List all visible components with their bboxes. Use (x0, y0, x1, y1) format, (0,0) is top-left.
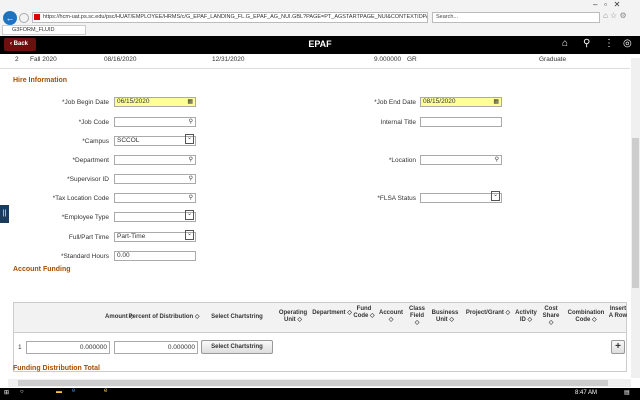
browser-back-icon[interactable]: ← (3, 11, 17, 25)
vertical-scrollbar[interactable] (631, 58, 640, 378)
select-chartstring-button[interactable]: Select Chartstring (201, 340, 273, 354)
compass-icon[interactable]: ◎ (623, 38, 632, 49)
end-date: 12/31/2020 (212, 56, 245, 63)
col-project-grant[interactable]: Project/Grant ◇ (464, 310, 512, 317)
col-combination-code[interactable]: Combination Code ◇ (564, 310, 608, 324)
full-part-label: Full/Part Time (68, 234, 109, 241)
row-number: 1 (18, 344, 22, 351)
cortana-icon[interactable]: ○ (20, 389, 24, 395)
address-bar[interactable]: https://hcm-uat.ps.sc.edu/psc/HUAT/EMPLO… (32, 12, 428, 23)
browser-toolbar-icons[interactable]: ⌂ ☆ ⚙ (603, 11, 627, 20)
internal-title-label: Internal Title (380, 119, 416, 126)
more-vertical-icon[interactable]: ⋮ (604, 38, 614, 49)
job-begin-label: *Job Begin Date (62, 99, 109, 106)
app-header: ‹ Back EPAF ⌂ ⚲ ⋮ ◎ (0, 36, 640, 54)
department-label: *Department (72, 157, 110, 164)
std-hours-label: *Standard Hours (60, 253, 109, 260)
account-funding-heading: Account Funding (13, 266, 71, 273)
job-begin-date-field[interactable]: 06/15/2020 ▦ (114, 97, 196, 107)
col-cost-share[interactable]: Cost Share ◇ (540, 306, 562, 327)
job-end-date-field[interactable]: 08/15/2020 ▦ (420, 97, 502, 107)
percent-field[interactable]: 0.000000 (114, 341, 198, 354)
horizontal-scrollbar[interactable] (8, 379, 631, 387)
funding-grid: Amount ◇ Percent of Distribution ◇ Selec… (13, 302, 627, 372)
browser-forward-icon[interactable] (19, 13, 29, 23)
hire-information-heading: Hire Information (13, 77, 68, 84)
calendar-icon[interactable]: ▦ (187, 98, 193, 106)
supervisor-label: *Supervisor ID (67, 176, 109, 183)
campus-select[interactable]: SCCOL (114, 134, 196, 146)
col-fund-code[interactable]: Fund Code ◇ (353, 306, 375, 320)
lookup-icon[interactable]: ⚲ (189, 175, 193, 183)
internet-explorer-icon[interactable]: e (104, 388, 107, 394)
career-code: GR (407, 56, 417, 63)
taskbar: ⊞ ○ ▬ e e 8:47 AM ▤ (0, 388, 640, 400)
col-percent[interactable]: Percent of Distribution ◇ (118, 314, 210, 321)
tax-location-label: *Tax Location Code (52, 195, 109, 202)
units: 9.000000 (374, 56, 402, 63)
grid-header: Amount ◇ Percent of Distribution ◇ Selec… (14, 303, 628, 333)
side-panel-toggle[interactable]: || (0, 205, 9, 223)
browser-chrome: ← https://hcm-uat.ps.sc.edu/psc/HUAT/EMP… (0, 0, 640, 36)
lookup-icon[interactable]: ⚲ (495, 156, 499, 164)
lookup-icon[interactable]: ⚲ (189, 156, 193, 164)
department-field[interactable]: ⚲ (114, 155, 196, 165)
clock[interactable]: 8:47 AM (575, 390, 597, 396)
window-controls[interactable]: – ▫ ✕ (593, 0, 620, 9)
job-code-field[interactable]: ⚲ (114, 117, 196, 127)
standard-hours-field[interactable]: 0.00 (114, 251, 196, 261)
career: Graduate (539, 56, 567, 63)
location-label: *Location (388, 157, 416, 164)
add-row-button[interactable]: + (611, 340, 625, 354)
full-part-select[interactable]: Part-Time (114, 230, 196, 242)
employee-type-select[interactable] (114, 210, 196, 222)
col-department[interactable]: Department ◇ (312, 310, 352, 317)
lookup-icon[interactable]: ⚲ (189, 118, 193, 126)
flsa-status-select[interactable] (420, 191, 502, 203)
employee-type-label: *Employee Type (61, 214, 109, 221)
notifications-icon[interactable]: ▤ (624, 389, 630, 396)
calendar-icon[interactable]: ▦ (493, 98, 499, 106)
col-select-chartstring: Select Chartstring (211, 314, 263, 320)
col-operating-unit[interactable]: Operating Unit ◇ (276, 310, 310, 324)
file-explorer-icon[interactable]: ▬ (56, 389, 62, 395)
term: Fall 2020 (30, 56, 57, 63)
row-num: 2 (15, 56, 19, 63)
lookup-icon[interactable]: ⚲ (189, 194, 193, 202)
funding-total-heading: Funding Distribution Total (13, 365, 100, 372)
col-class-field[interactable]: Class Field ◇ (407, 306, 427, 327)
page-title: EPAF (308, 39, 332, 49)
site-favicon-icon (34, 14, 40, 20)
home-icon[interactable]: ⌂ (562, 38, 568, 49)
col-insert-row: Insert A Row (608, 306, 628, 319)
col-business-unit[interactable]: Business Unit ◇ (428, 310, 462, 324)
job-end-label: *Job End Date (374, 99, 416, 106)
search-icon[interactable]: ⚲ (583, 38, 590, 49)
browser-search-input[interactable]: Search... (432, 12, 600, 23)
amount-field[interactable]: 0.000000 (26, 341, 110, 354)
browser-tab[interactable]: G3FORM_FLUID (2, 25, 86, 35)
campus-label: *Campus (82, 138, 109, 145)
start-date: 08/16/2020 (104, 56, 137, 63)
edge-icon[interactable]: e (72, 388, 75, 394)
col-account[interactable]: Account ◇ (376, 310, 406, 324)
job-code-label: *Job Code (78, 119, 109, 126)
flsa-label: *FLSA Status (377, 195, 416, 202)
windows-start-icon[interactable]: ⊞ (4, 389, 9, 396)
col-activity-id[interactable]: Activity ID ◇ (512, 310, 540, 324)
internal-title-field[interactable] (420, 117, 502, 127)
location-field[interactable]: ⚲ (420, 155, 502, 165)
supervisor-id-field[interactable]: ⚲ (114, 174, 196, 184)
tax-location-field[interactable]: ⚲ (114, 193, 196, 203)
